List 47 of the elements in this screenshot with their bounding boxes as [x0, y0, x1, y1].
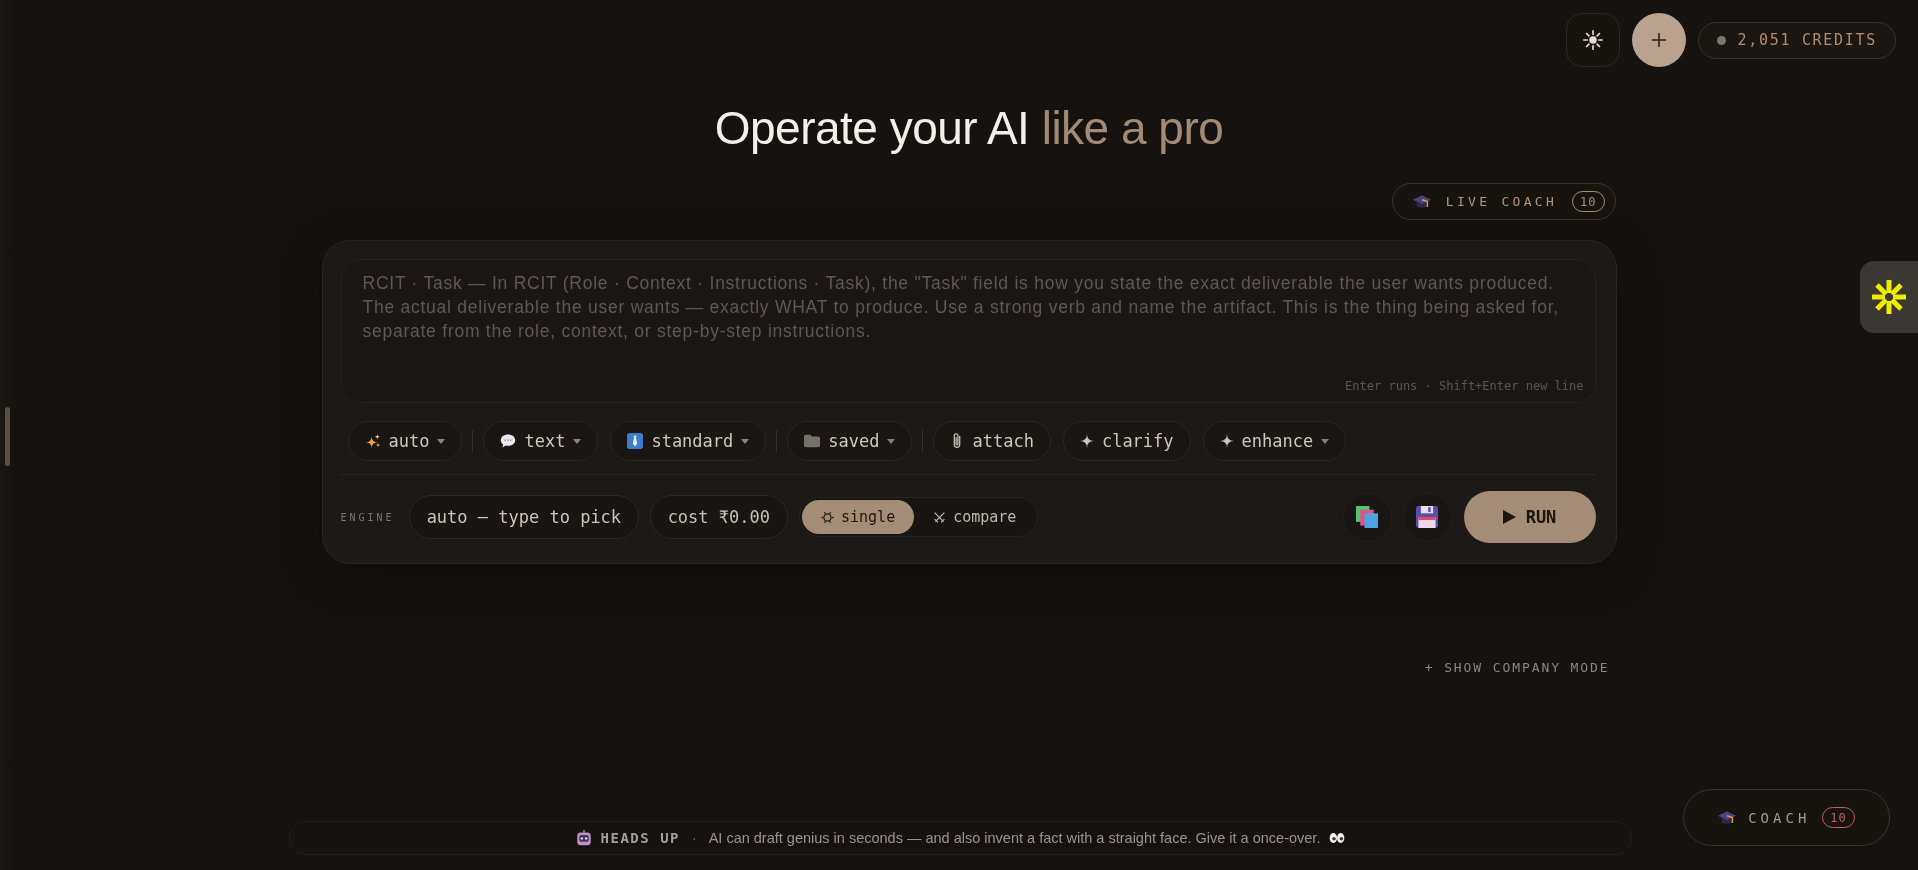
asterisk-icon	[1871, 279, 1907, 315]
dropdown-chip[interactable]: standard	[610, 421, 767, 461]
notice-title: HEADS UP	[600, 830, 680, 846]
cost-pill: cost ₹0.00	[649, 495, 788, 539]
company-mode-link[interactable]: + SHOW COMPANY MODE	[1424, 658, 1610, 678]
engine-field[interactable]: auto — type to pick	[408, 495, 639, 539]
crossed-swords-icon	[933, 510, 947, 524]
keyboard-hint: Enter runs · Shift+Enter new line	[1345, 379, 1584, 393]
caret-icon	[437, 438, 446, 444]
plus-icon	[1651, 33, 1666, 47]
robot-icon	[575, 830, 592, 846]
action-chip[interactable]: clarify	[1062, 421, 1191, 461]
play-icon	[1502, 510, 1516, 524]
caret-icon	[741, 438, 750, 444]
notice-message: AI can draft genius in seconds — and also invent a fact with a straight face. Give it a once-over.	[708, 830, 1321, 846]
caret-icon	[887, 438, 896, 444]
graduation-cap-icon	[1412, 192, 1431, 211]
caret-icon	[1321, 438, 1330, 444]
drag-handle[interactable]	[5, 407, 10, 466]
dropdown-chip[interactable]: text	[483, 421, 599, 461]
sparkles-icon	[364, 433, 381, 449]
mode-segment[interactable]: compare	[914, 500, 1036, 534]
dropdown-chip[interactable]: enhance	[1202, 421, 1347, 461]
shirt-icon	[627, 433, 644, 449]
run-button[interactable]: RUN	[1463, 491, 1596, 543]
speech-bubble-icon	[500, 433, 517, 449]
graduation-cap-icon	[1718, 808, 1737, 827]
dropdown-chip[interactable]: saved	[787, 421, 913, 461]
dot-icon	[1716, 35, 1726, 45]
sun-icon	[1582, 30, 1603, 50]
coach-button[interactable]: COACH 10	[1683, 789, 1890, 846]
theme-toggle-button[interactable]	[1565, 13, 1620, 67]
gear-icon	[821, 510, 834, 524]
dropdown-chip[interactable]: auto	[347, 421, 463, 461]
live-coach-button[interactable]: LIVE COACH 10	[1391, 183, 1616, 220]
engine-label: ENGINE	[340, 511, 395, 523]
add-button[interactable]	[1631, 13, 1686, 67]
folder-icon	[804, 433, 821, 449]
credits-count: 2,051 CREDITS	[1737, 31, 1877, 49]
separator-dot: ·	[692, 830, 697, 846]
page-title: Operate your AI like a pro	[714, 101, 1224, 156]
eyes-icon	[1329, 832, 1346, 844]
action-chip[interactable]: attach	[933, 421, 1051, 461]
stacked-cards-icon	[1356, 506, 1378, 528]
side-panel-tab[interactable]	[1860, 261, 1918, 333]
caret-icon	[573, 438, 582, 444]
mode-segment[interactable]: single	[802, 500, 915, 534]
